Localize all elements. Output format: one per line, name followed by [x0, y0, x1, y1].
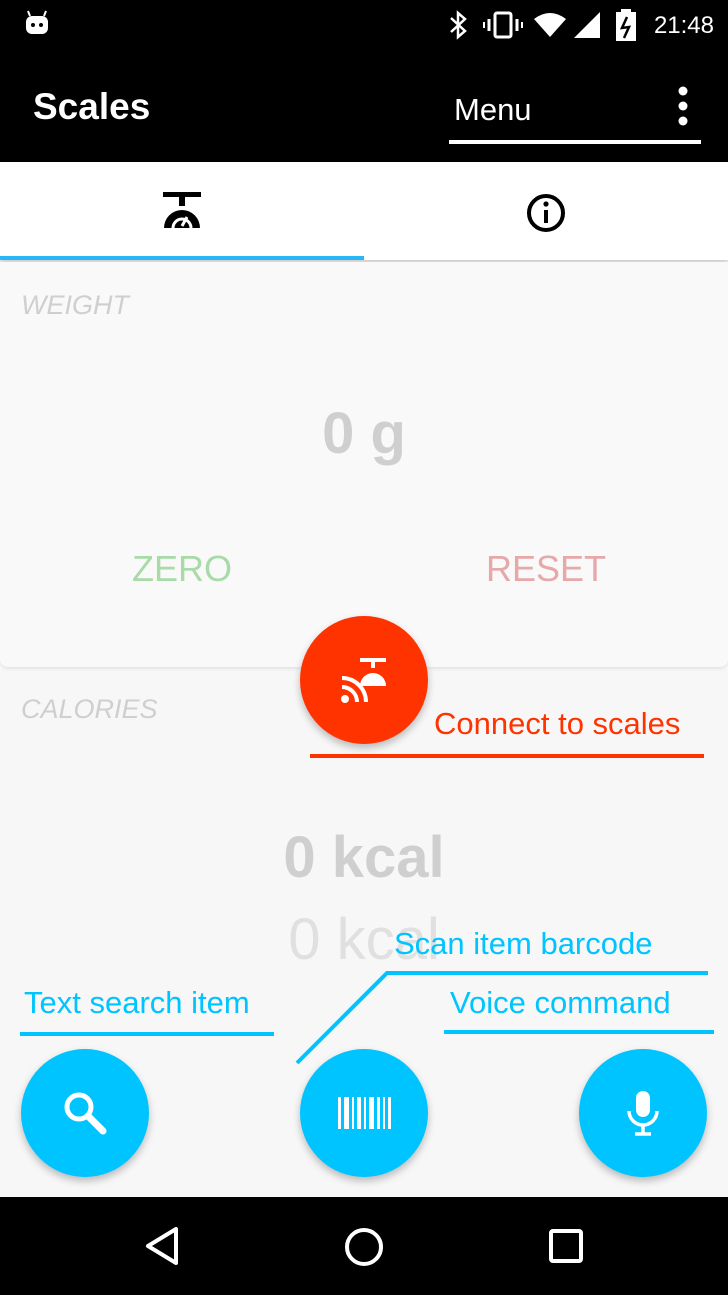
weight-label: WEIGHT — [21, 290, 129, 320]
annotation-scan: Scan item barcode — [394, 926, 653, 961]
microphone-icon — [627, 1091, 659, 1136]
tab-indicator — [0, 256, 364, 260]
overflow-menu-icon[interactable] — [670, 84, 696, 128]
tab-scales[interactable] — [0, 162, 364, 260]
connect-scales-button[interactable] — [300, 616, 428, 744]
scan-barcode-button[interactable] — [300, 1049, 428, 1177]
app-bar: Scales Menu — [0, 50, 728, 162]
status-time: 21:48 — [653, 12, 714, 39]
annotation-text-search: Text search item — [24, 985, 250, 1020]
annotation-connect: Connect to scales — [434, 706, 681, 741]
cell-signal-icon — [574, 12, 600, 38]
android-icon — [26, 10, 48, 34]
search-icon — [64, 1092, 107, 1135]
tab-info[interactable] — [364, 162, 728, 260]
back-icon[interactable] — [142, 1225, 182, 1267]
scales-bluetooth-icon — [341, 658, 386, 703]
text-search-button[interactable] — [21, 1049, 149, 1177]
zero-button[interactable]: ZERO — [132, 548, 232, 590]
navigation-bar — [0, 1197, 728, 1295]
calories-label: CALORIES — [21, 694, 158, 724]
annotation-voice: Voice command — [450, 985, 671, 1020]
scales-icon — [163, 192, 201, 229]
voice-command-button[interactable] — [579, 1049, 707, 1177]
annotation-connect-line — [310, 754, 704, 758]
menu-underline — [449, 140, 701, 144]
wifi-icon — [534, 13, 566, 37]
status-bar: 21:48 — [0, 0, 728, 50]
tab-bar — [0, 162, 728, 260]
menu-button[interactable]: Menu — [454, 92, 532, 128]
battery-icon — [616, 9, 636, 41]
calories-value: 0 kcal — [283, 825, 445, 890]
info-icon — [527, 194, 565, 232]
reset-button[interactable]: RESET — [486, 548, 606, 590]
annotation-voice-line — [444, 1030, 714, 1034]
app-title: Scales — [33, 86, 151, 127]
home-icon[interactable] — [343, 1226, 385, 1268]
recents-icon[interactable] — [548, 1228, 584, 1264]
weight-card: WEIGHT 0 g ZERO RESET — [0, 262, 728, 667]
barcode-icon — [338, 1097, 391, 1129]
vibrate-icon — [483, 11, 523, 39]
bluetooth-icon — [450, 10, 467, 40]
annotation-text-search-line — [20, 1032, 274, 1036]
weight-value: 0 g — [322, 401, 406, 466]
